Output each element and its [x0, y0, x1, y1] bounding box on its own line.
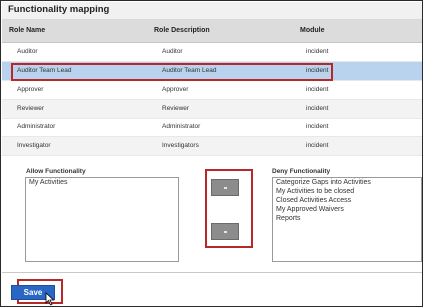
role-description-cell: Investigators [162, 142, 199, 149]
move-to-allow-button[interactable] [211, 223, 239, 240]
mouse-pointer-icon [45, 292, 55, 306]
role-name-cell: Investigator [17, 142, 51, 149]
table-row[interactable]: Reviewer Reviewer incident [2, 100, 422, 119]
role-description-cell: Auditor [162, 48, 183, 55]
role-name-cell: Auditor [17, 48, 38, 55]
table-row[interactable]: Auditor Auditor incident [2, 43, 422, 62]
deny-functionality-label: Deny Functionality [272, 168, 331, 175]
selected-row-highlight [11, 63, 333, 81]
role-description-cell: Reviewer [162, 105, 190, 112]
module-cell: incident [306, 86, 329, 93]
functionality-mapping-panel: Functionality mapping Role Name Role Des… [0, 0, 423, 307]
role-description-cell: Administrator [162, 123, 201, 130]
panel-header: Functionality mapping [2, 2, 422, 20]
module-cell: incident [306, 105, 329, 112]
arrow-left-icon [224, 231, 227, 233]
deny-functionality-list[interactable]: Categorize Gaps into Activities My Activ… [272, 177, 422, 262]
deny-list-item[interactable]: Reports [273, 214, 421, 223]
allow-list-item[interactable]: My Activities [26, 178, 178, 187]
panel-title: Functionality mapping [8, 4, 110, 15]
divider [2, 272, 422, 273]
deny-list-item[interactable]: My Approved Waivers [273, 205, 421, 214]
arrow-right-icon [224, 187, 227, 189]
column-header-role-name[interactable]: Role Name [9, 27, 45, 34]
deny-list-item[interactable]: Closed Activities Access [273, 196, 421, 205]
table-row[interactable]: Approver Approver incident [2, 81, 422, 100]
module-cell: incident [306, 142, 329, 149]
role-name-cell: Administrator [17, 123, 56, 130]
table-header: Role Name Role Description Module [2, 20, 422, 43]
allow-functionality-label: Allow Functionality [26, 168, 86, 175]
table-row[interactable]: Investigator Investigators incident [2, 137, 422, 156]
table-row[interactable]: Administrator Administrator incident [2, 118, 422, 137]
deny-list-item[interactable]: My Activities to be closed [273, 187, 421, 196]
module-cell: incident [306, 48, 329, 55]
column-header-module[interactable]: Module [300, 27, 325, 34]
allow-functionality-list[interactable]: My Activities [25, 177, 179, 262]
move-to-deny-button[interactable] [211, 179, 239, 196]
module-cell: incident [306, 123, 329, 130]
role-description-cell: Approver [162, 86, 189, 93]
role-name-cell: Approver [17, 86, 44, 93]
deny-list-item[interactable]: Categorize Gaps into Activities [273, 178, 421, 187]
role-name-cell: Reviewer [17, 105, 45, 112]
column-header-role-description[interactable]: Role Description [154, 27, 210, 34]
